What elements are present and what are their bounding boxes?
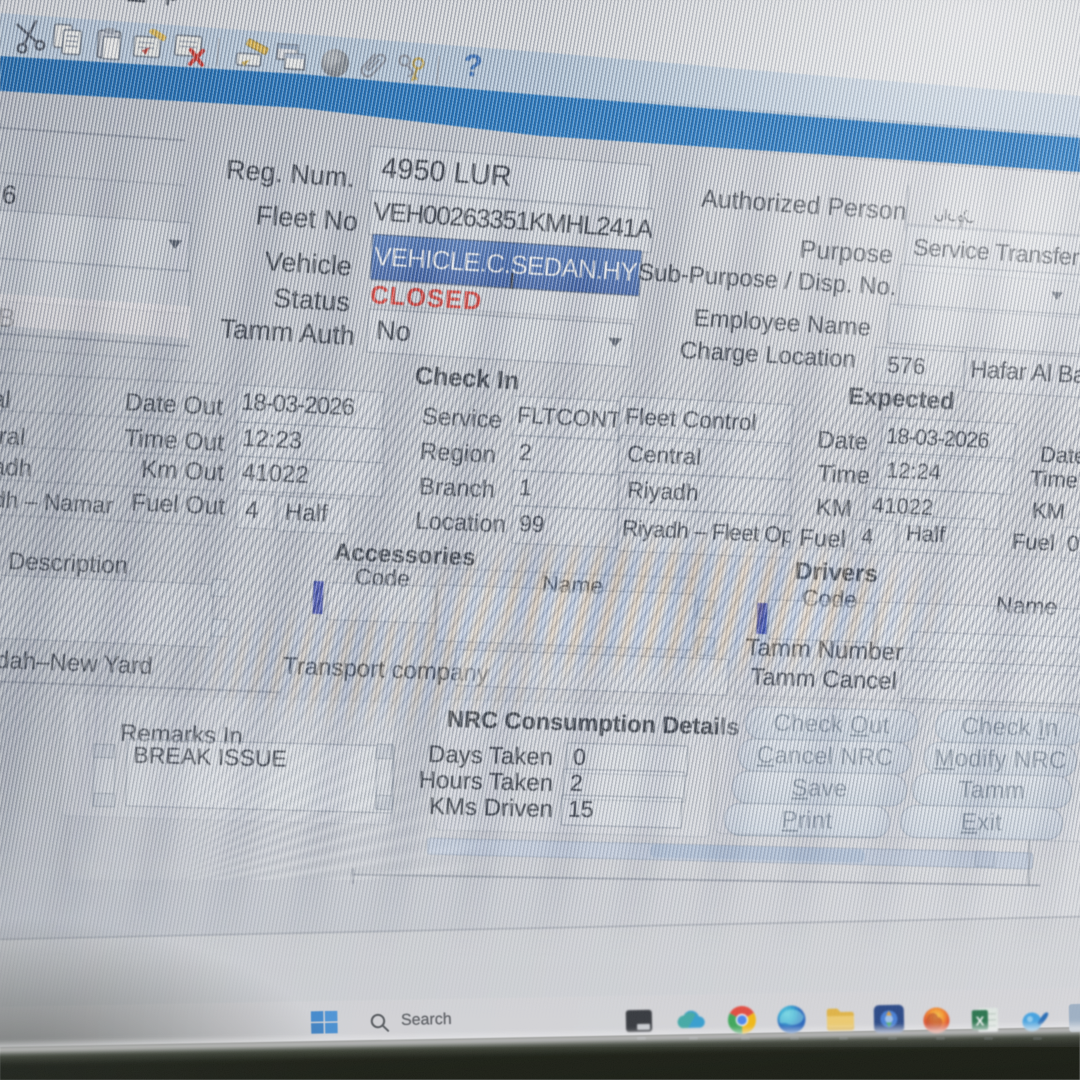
svg-text:X: X xyxy=(975,1014,984,1029)
